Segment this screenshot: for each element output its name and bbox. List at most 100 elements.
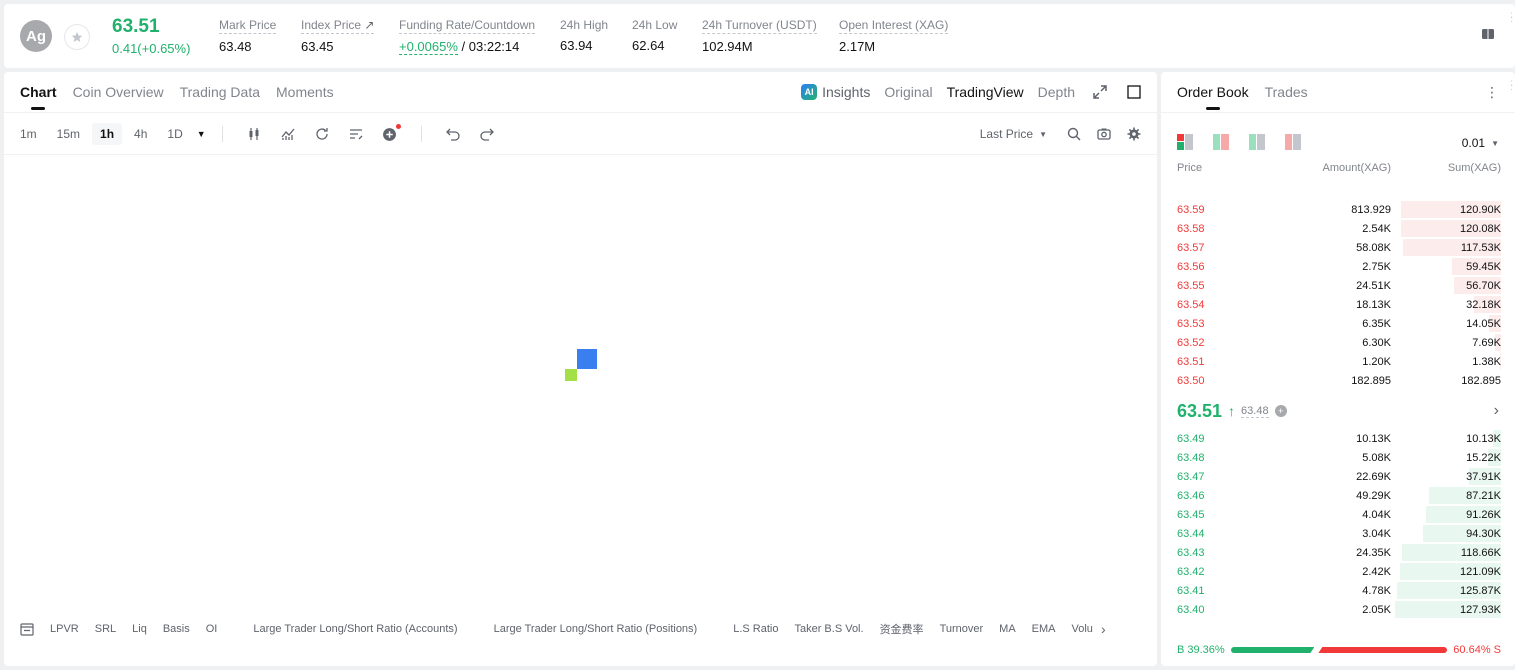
notification-dot [395,124,401,129]
bid-amount: 2.42K [1362,565,1391,578]
timeframe-1m[interactable]: 1m [12,123,45,145]
price-type-select[interactable]: Last Price ▼ [980,127,1047,141]
candle-type-button[interactable] [242,124,266,144]
mark-price-label[interactable]: Mark Price [219,18,277,34]
indicator-ema[interactable]: EMA [1032,623,1056,635]
bid-row[interactable]: 63.46 49.29K 87.21K [1161,486,1515,505]
redo-button[interactable] [475,124,499,144]
asks-list: 63.59 813.929 120.90K 63.58 2.54K 120.08K 63.5… [1161,200,1515,390]
layout-split-button[interactable] [1213,134,1229,150]
drag-handle-icon[interactable]: :: [1510,11,1513,25]
indicator-ls-ratio[interactable]: L.S Ratio [733,623,778,635]
ask-row[interactable]: 63.55 24.51K 56.70K [1161,276,1515,295]
tab-coin-overview[interactable]: Coin Overview [73,84,164,110]
tab-trades[interactable]: Trades [1265,84,1308,110]
funding-rate[interactable]: +0.0065% [399,39,458,55]
undo-button[interactable] [441,124,465,144]
bid-sum: 94.30K [1466,527,1501,540]
indicator-srl[interactable]: SRL [95,623,116,635]
refresh-button[interactable] [310,124,334,144]
timeframe-1h[interactable]: 1h [92,123,123,145]
chevron-right-icon[interactable]: › [1101,621,1106,637]
oi-label[interactable]: Open Interest (XAG) [839,18,949,34]
favorite-star-button[interactable] [64,24,90,50]
indicator-basis[interactable]: Basis [163,623,190,635]
bid-row[interactable]: 63.42 2.42K 121.09K [1161,562,1515,581]
funding-label[interactable]: Funding Rate/Countdown [399,18,536,34]
tab-depth[interactable]: Depth [1038,84,1075,100]
indicator-large-trader-positions[interactable]: Large Trader Long/Short Ratio (Positions… [494,623,698,635]
ask-row[interactable]: 63.57 58.08K 117.53K [1161,238,1515,257]
ask-amount: 2.75K [1362,260,1391,273]
sell-ratio-label: 60.64% S [1453,644,1501,656]
layout-both-button[interactable] [1177,134,1193,150]
insights-button[interactable]: AI Insights [801,84,870,100]
indicators-button[interactable] [276,124,300,144]
tab-tradingview[interactable]: TradingView [947,84,1024,100]
ask-row[interactable]: 63.54 18.13K 32.18K [1161,295,1515,314]
bid-row[interactable]: 63.45 4.04K 91.26K [1161,505,1515,524]
chevron-right-icon[interactable]: › [1494,402,1499,420]
tab-original[interactable]: Original [884,84,932,100]
indicator-lpvr[interactable]: LPVR [50,623,79,635]
timeframe-4h[interactable]: 4h [126,123,155,145]
ask-row[interactable]: 63.56 2.75K 59.45K [1161,257,1515,276]
drag-handle-icon[interactable]: :: [1510,79,1513,93]
stat-24h-high: 24h High 63.94 [560,18,608,53]
bid-row[interactable]: 63.44 3.04K 94.30K [1161,524,1515,543]
settings-gear-icon[interactable] [1127,127,1141,141]
templates-button[interactable] [344,124,368,144]
indicator-large-trader-accounts[interactable]: Large Trader Long/Short Ratio (Accounts) [253,623,457,635]
ask-amount: 1.20K [1362,355,1391,368]
bid-row[interactable]: 63.40 2.05K 127.93K [1161,600,1515,619]
bid-row[interactable]: 63.43 24.35K 118.66K [1161,543,1515,562]
bid-amount: 10.13K [1356,432,1391,445]
index-price-label[interactable]: Index Price ↗ [301,18,375,34]
tab-trading-data[interactable]: Trading Data [180,84,260,110]
timeframe-dropdown-icon[interactable]: ▼ [197,129,206,139]
tab-moments[interactable]: Moments [276,84,334,110]
layout-split-icon [1213,134,1220,150]
undo-icon [445,128,460,141]
bid-row[interactable]: 63.49 10.13K 10.13K [1161,429,1515,448]
ask-sum: 59.45K [1466,260,1501,273]
mid-price-row[interactable]: 63.51 ↑ 63.48 + › [1177,399,1499,423]
bid-amount: 4.04K [1362,508,1391,521]
ask-sum: 1.38K [1472,355,1501,368]
indicator-taker-bs-vol[interactable]: Taker B.S Vol. [794,623,863,635]
turnover-label[interactable]: 24h Turnover (USDT) [702,18,817,34]
ask-row[interactable]: 63.52 6.30K 7.69K [1161,333,1515,352]
indicator-liq[interactable]: Liq [132,623,147,635]
timeframe-1d[interactable]: 1D [159,123,190,145]
search-icon[interactable] [1067,127,1081,141]
bid-price: 63.45 [1177,508,1205,521]
more-options-icon[interactable]: ⋮ [1485,84,1499,101]
precision-select[interactable]: 0.01 ▼ [1462,136,1499,150]
tab-order-book[interactable]: Order Book [1177,84,1249,110]
ask-row[interactable]: 63.53 6.35K 14.05K [1161,314,1515,333]
tab-chart[interactable]: Chart [20,84,57,110]
bid-row[interactable]: 63.47 22.69K 37.91K [1161,467,1515,486]
indicator-ma[interactable]: MA [999,623,1016,635]
layout-bids-button[interactable] [1249,134,1265,150]
indicator-volume[interactable]: Volu [1072,623,1093,635]
bid-row[interactable]: 63.48 5.08K 15.22K [1161,448,1515,467]
indicator-turnover[interactable]: Turnover [940,623,984,635]
chart-canvas[interactable] [4,155,1157,610]
ask-row[interactable]: 63.59 813.929 120.90K [1161,200,1515,219]
guide-book-icon[interactable] [1481,27,1495,41]
add-button[interactable] [378,124,402,144]
ask-row[interactable]: 63.51 1.20K 1.38K [1161,352,1515,371]
indicator-oi[interactable]: OI [206,623,218,635]
ask-row[interactable]: 63.50 182.895 182.895 [1161,371,1515,390]
expand-icon[interactable] [1093,85,1107,99]
fullscreen-icon[interactable] [1127,85,1141,99]
calendar-icon[interactable] [20,622,34,636]
timeframe-15m[interactable]: 15m [49,123,88,145]
layout-asks-button[interactable] [1285,134,1301,150]
bid-row[interactable]: 63.41 4.78K 125.87K [1161,581,1515,600]
ask-row[interactable]: 63.58 2.54K 120.08K [1161,219,1515,238]
ask-price: 63.58 [1177,222,1205,235]
indicator-funding-rate[interactable]: 资金费率 [880,621,924,637]
camera-icon[interactable] [1097,127,1111,141]
